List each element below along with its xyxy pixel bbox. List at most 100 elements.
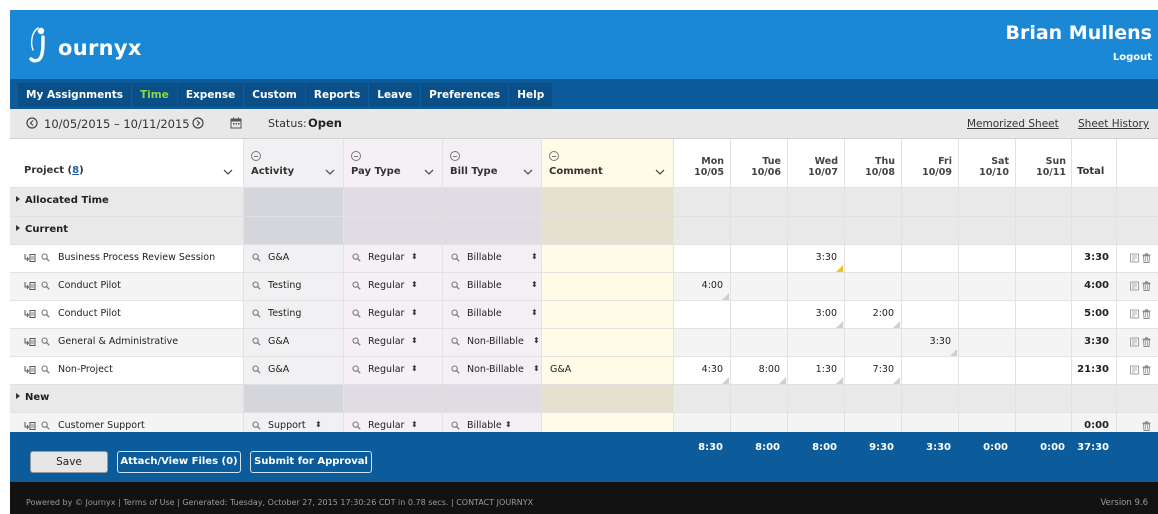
pay-type-search-icon[interactable] [352,253,361,262]
group-allocated[interactable]: Allocated Time [16,195,109,206]
pay-type-updown-icon[interactable]: ⬍ [411,308,418,317]
hierarchy-icon[interactable] [24,421,36,431]
memorized-sheet-link[interactable]: Memorized Sheet [967,118,1059,130]
project-search-icon[interactable] [41,281,50,290]
activity-search-icon[interactable] [252,253,261,262]
activity-value[interactable]: G&A [268,364,289,375]
hours-cell[interactable]: 3:30 [905,336,951,347]
calendar-icon[interactable] [230,117,242,129]
bill-type-value[interactable]: Billable [467,280,502,291]
activity-value[interactable]: Testing [268,280,301,291]
nav-item-leave[interactable]: Leave [369,83,422,107]
bill-type-collapse-icon[interactable] [450,151,460,161]
group-new[interactable]: New [16,392,49,403]
bill-type-search-icon[interactable] [451,337,460,346]
hours-cell[interactable]: 4:00 [677,280,723,291]
bill-type-updown-icon[interactable]: ⬍ [531,280,538,289]
bill-type-search-icon[interactable] [451,281,460,290]
comment-collapse-icon[interactable] [549,151,559,161]
nav-item-help[interactable]: Help [509,83,554,107]
save-button[interactable]: Save [30,451,108,473]
logout-link[interactable]: Logout [1113,52,1152,63]
next-period-icon[interactable] [192,117,204,129]
hours-cell[interactable]: 1:30 [791,364,837,375]
activity-collapse-icon[interactable] [251,151,261,161]
activity-value[interactable]: G&A [268,336,289,347]
notes-icon[interactable] [1130,365,1139,375]
pay-type-search-icon[interactable] [352,421,361,430]
comment-field[interactable]: G&A [550,364,571,375]
trash-icon[interactable] [1142,337,1151,347]
project-search-icon[interactable] [41,365,50,374]
journyx-logo[interactable]: ournyx [24,24,142,64]
bill-type-updown-icon[interactable]: ⬍ [531,252,538,261]
bill-type-value[interactable]: Non-Billable [467,364,524,375]
notes-icon[interactable] [1130,281,1139,291]
activity-search-icon[interactable] [252,365,261,374]
submit-for-approval-button[interactable]: Submit for Approval [250,451,372,473]
hours-cell[interactable]: 4:30 [677,364,723,375]
trash-icon[interactable] [1142,281,1151,291]
previous-period-icon[interactable] [26,117,38,129]
bill-type-search-icon[interactable] [451,253,460,262]
activity-search-icon[interactable] [252,421,261,430]
hours-cell[interactable]: 2:00 [848,308,894,319]
notes-icon[interactable] [1130,253,1139,263]
nav-item-custom[interactable]: Custom [244,83,306,107]
hours-cell[interactable]: 7:30 [848,364,894,375]
pay-type-updown-icon[interactable]: ⬍ [411,364,418,373]
bill-type-updown-icon[interactable]: ⬍ [533,364,540,373]
pay-type-value[interactable]: Regular [368,420,404,431]
hierarchy-icon[interactable] [24,365,36,375]
pay-type-search-icon[interactable] [352,337,361,346]
expand-triangle-icon[interactable] [16,196,20,202]
trash-icon[interactable] [1142,309,1151,319]
trash-icon[interactable] [1142,421,1151,431]
nav-item-preferences[interactable]: Preferences [421,83,510,107]
pay-type-updown-icon[interactable]: ⬍ [411,280,418,289]
bill-type-updown-icon[interactable]: ⬍ [533,336,540,345]
pay-type-search-icon[interactable] [352,281,361,290]
bill-type-value[interactable]: Billable [467,252,502,263]
bill-type-dropdown-chevron-icon[interactable] [523,168,533,176]
hours-cell[interactable]: 3:00 [791,308,837,319]
activity-search-icon[interactable] [252,337,261,346]
group-current[interactable]: Current [16,224,68,235]
nav-item-my-assignments[interactable]: My Assignments [18,83,132,107]
pay-type-search-icon[interactable] [352,365,361,374]
comment-dropdown-chevron-icon[interactable] [655,168,665,176]
expand-triangle-icon[interactable] [16,393,20,399]
pay-type-updown-icon[interactable]: ⬍ [411,336,418,345]
activity-search-icon[interactable] [252,309,261,318]
activity-value[interactable]: G&A [268,252,289,263]
pay-type-value[interactable]: Regular [368,308,404,319]
hierarchy-icon[interactable] [24,309,36,319]
bill-type-updown-icon[interactable]: ⬍ [505,420,512,429]
project-search-icon[interactable] [41,253,50,262]
pay-type-updown-icon[interactable]: ⬍ [411,420,418,429]
bill-type-value[interactable]: Billable [467,308,502,319]
hierarchy-icon[interactable] [24,281,36,291]
bill-type-search-icon[interactable] [451,309,460,318]
hierarchy-icon[interactable] [24,253,36,263]
bill-type-search-icon[interactable] [451,365,460,374]
hierarchy-icon[interactable] [24,337,36,347]
pay-type-value[interactable]: Regular [368,364,404,375]
pay-type-value[interactable]: Regular [368,336,404,347]
hours-cell[interactable]: 8:00 [734,364,780,375]
bill-type-value[interactable]: Non-Billable [467,336,524,347]
activity-search-icon[interactable] [252,281,261,290]
hours-cell[interactable]: 3:30 [791,252,837,263]
pay-type-collapse-icon[interactable] [351,151,361,161]
nav-item-expense[interactable]: Expense [178,83,245,107]
trash-icon[interactable] [1142,365,1151,375]
pay-type-value[interactable]: Regular [368,252,404,263]
nav-item-reports[interactable]: Reports [306,83,370,107]
pay-type-value[interactable]: Regular [368,280,404,291]
sheet-history-link[interactable]: Sheet History [1078,118,1149,130]
project-search-icon[interactable] [41,337,50,346]
pay-type-updown-icon[interactable]: ⬍ [411,252,418,261]
activity-dropdown-chevron-icon[interactable] [325,168,335,176]
expand-triangle-icon[interactable] [16,225,20,231]
pay-type-dropdown-chevron-icon[interactable] [424,168,434,176]
